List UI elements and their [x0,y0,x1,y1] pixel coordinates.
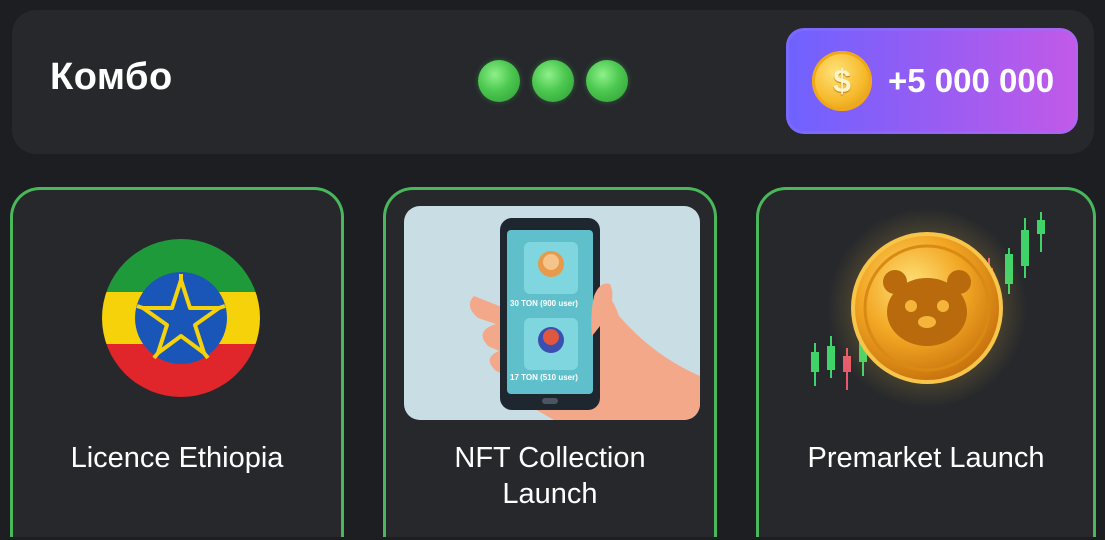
combo-dot-2 [532,60,574,102]
ethiopia-flag-icon [102,239,260,397]
combo-reward-button[interactable]: $ +5 000 000 [786,28,1078,134]
phone-nft-icon: 30 TON (900 user) 17 TON (510 user) [404,206,700,420]
combo-title: Комбо [50,56,173,98]
hamster-coin-icon [811,208,1045,408]
card-premarket-launch[interactable]: Premarket Launch [756,187,1096,537]
card-label: Licence Ethiopia [70,442,284,474]
combo-dot-1 [478,60,520,102]
nft-price-2: 17 TON (510 user) [510,373,578,382]
coin-symbol: $ [833,62,851,99]
reward-amount: +5 000 000 [888,62,1055,99]
card-licence-ethiopia[interactable]: Licence Ethiopia [10,187,344,537]
nft-price-1: 30 TON (900 user) [510,299,578,308]
combo-progress-dots [478,60,628,102]
combo-bar: Комбо $ +5 000 000 [12,10,1094,154]
card-label: NFT Collection Launch [454,442,646,510]
card-nft-collection-launch[interactable]: 30 TON (900 user) 17 TON (510 user) NFT … [383,187,717,537]
card-label: Premarket Launch [807,442,1045,474]
combo-dot-3 [586,60,628,102]
coin-icon: $ [812,51,872,111]
